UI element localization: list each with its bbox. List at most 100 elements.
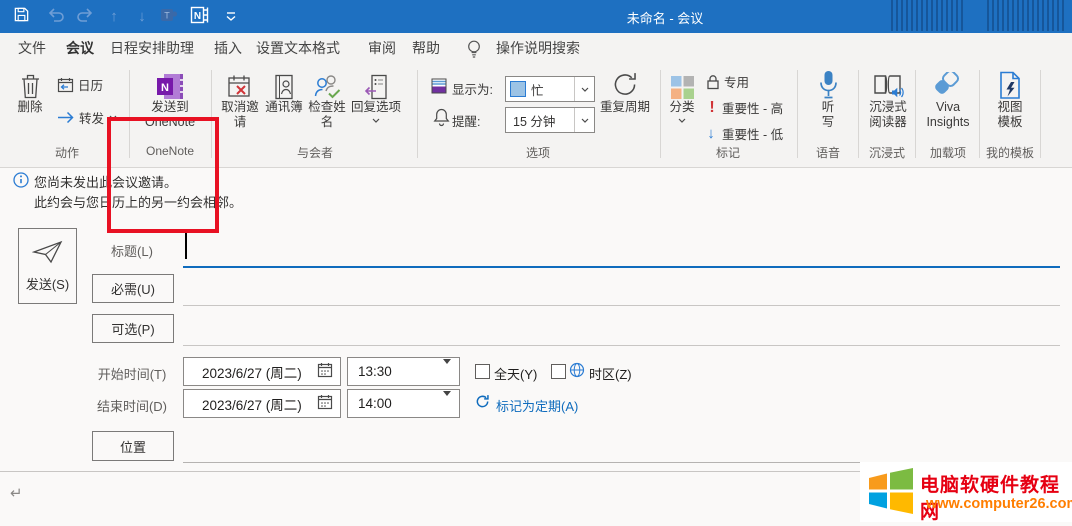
group-label-immersive: 沉浸式	[859, 144, 915, 160]
start-time-label: 开始时间(T)	[92, 364, 172, 383]
dictate-button[interactable]: 听 写	[806, 66, 850, 130]
onenote-qat-button[interactable]: N	[188, 6, 210, 28]
low-importance-button[interactable]: ↓ 重要性 - 低	[704, 124, 783, 143]
group-label-tags: 标记	[661, 144, 795, 160]
undo-icon	[47, 7, 65, 27]
titlebar-artifact	[984, 0, 1064, 31]
make-recurring-link[interactable]: 标记为定期(A)	[496, 396, 578, 415]
redo-icon	[76, 7, 94, 27]
group-label-attendees: 与会者	[217, 144, 413, 160]
chevron-down-icon[interactable]	[574, 108, 594, 132]
microphone-icon	[806, 66, 850, 100]
address-book-button[interactable]: 通讯簿	[264, 66, 304, 115]
title-bar: ↑ ↓ T N 未命名 - 会议	[0, 0, 1072, 33]
high-importance-button[interactable]: ! 重要性 - 高	[706, 98, 783, 117]
show-as-label: 显示为:	[452, 79, 493, 98]
arrow-down-icon: ↓	[138, 6, 146, 28]
reminder-dropdown[interactable]: 15 分钟	[505, 107, 595, 133]
dropdown-arrow-icon[interactable]	[443, 396, 451, 411]
show-as-dropdown[interactable]: 忙	[505, 76, 595, 102]
group-label-voice: 语音	[798, 144, 858, 160]
text-cursor	[185, 233, 187, 259]
viva-insights-icon	[919, 66, 977, 100]
location-input[interactable]	[183, 433, 1060, 463]
people-check-icon	[305, 66, 349, 100]
group-separator	[979, 70, 980, 158]
required-attendees-button[interactable]: 必需(U)	[92, 274, 174, 303]
save-icon	[13, 6, 30, 28]
teams-meeting-button[interactable]: T	[158, 6, 180, 28]
optional-attendees-button[interactable]: 可选(P)	[92, 314, 174, 343]
optional-attendees-input[interactable]	[183, 316, 1060, 346]
viva-insights-button[interactable]: Viva Insights	[919, 66, 977, 130]
response-options-button[interactable]: 回复选项	[350, 66, 402, 123]
return-mark: ↵	[10, 484, 23, 502]
move-up-button[interactable]: ↑	[103, 6, 125, 28]
arrow-up-icon: ↑	[110, 6, 118, 28]
template-document-icon	[985, 66, 1035, 100]
tab-format-text[interactable]: 设置文本格式	[254, 33, 342, 64]
categorize-icon	[662, 66, 702, 100]
tab-scheduling-assistant[interactable]: 日程安排助理	[108, 33, 196, 64]
redo-button[interactable]	[74, 6, 96, 28]
lock-icon	[706, 74, 720, 90]
calendar-button[interactable]: 日历	[57, 75, 103, 94]
busy-status-swatch	[510, 81, 526, 97]
dropdown-arrow-icon[interactable]	[443, 364, 451, 379]
down-arrow-icon: ↓	[704, 125, 718, 142]
end-date-picker[interactable]: 2023/6/27 (周二)	[183, 389, 341, 418]
recurrence-icon	[594, 66, 656, 100]
tab-help[interactable]: 帮助	[404, 33, 448, 64]
address-book-icon	[264, 66, 304, 100]
chevron-down-icon[interactable]	[574, 77, 594, 101]
calendar-cancel-icon	[216, 66, 264, 100]
save-button[interactable]	[10, 6, 32, 28]
recurrence-button[interactable]: 重复周期	[594, 66, 656, 115]
undo-button[interactable]	[45, 6, 67, 28]
group-label-my-templates: 我的模板	[981, 144, 1039, 160]
cancel-invitation-button[interactable]: 取消邀请	[216, 66, 264, 130]
reminder-label: 提醒:	[452, 111, 480, 130]
all-day-checkbox[interactable]	[475, 364, 490, 379]
tab-meeting[interactable]: 会议	[60, 33, 100, 67]
chevron-down-icon	[662, 118, 702, 123]
start-date-picker[interactable]: 2023/6/27 (周二)	[183, 357, 341, 386]
group-separator	[915, 70, 916, 158]
timezone-checkbox[interactable]	[551, 364, 566, 379]
annotation-highlight-box	[107, 117, 219, 233]
exclamation-icon: !	[706, 99, 718, 117]
send-button[interactable]: 发送(S)	[18, 228, 77, 304]
start-time-picker[interactable]: 13:30	[347, 357, 460, 386]
date-picker-icon[interactable]	[317, 362, 333, 381]
tell-me-bulb-icon	[466, 39, 482, 64]
send-plane-icon	[32, 239, 64, 268]
tab-insert[interactable]: 插入	[206, 33, 250, 64]
view-templates-button[interactable]: 视图 模板	[985, 66, 1035, 130]
categorize-button[interactable]: 分类	[662, 66, 702, 123]
ribbon: 删除 日历 转发 动作 N 发送到 OneNote OneNote	[0, 64, 1072, 168]
info-icon	[13, 172, 29, 193]
group-label-options: 选项	[418, 144, 658, 160]
end-time-label: 结束时间(D)	[92, 396, 172, 415]
titlebar-artifact	[888, 0, 966, 31]
move-down-button[interactable]: ↓	[131, 6, 153, 28]
customize-qat-button[interactable]	[220, 6, 242, 28]
delete-button[interactable]: 删除	[6, 66, 54, 115]
private-button[interactable]: 专用	[706, 72, 749, 91]
tab-review[interactable]: 审阅	[360, 33, 404, 64]
required-attendees-input[interactable]	[183, 276, 1060, 306]
tell-me-search[interactable]: 操作说明搜索	[496, 38, 580, 58]
immersive-reader-button[interactable]: 沉浸式 阅读器	[861, 66, 915, 130]
date-picker-icon[interactable]	[317, 394, 333, 413]
end-time-picker[interactable]: 14:00	[347, 389, 460, 418]
meeting-window: ↑ ↓ T N 未命名 - 会议 文件 会议 日程安排助理 插入 设置文本格式 …	[0, 0, 1072, 526]
tab-file[interactable]: 文件	[13, 33, 51, 64]
title-field-label: 标题(L)	[92, 241, 172, 260]
timezone-label[interactable]: 时区(Z)	[589, 364, 632, 383]
windows-logo-icon	[866, 467, 916, 522]
all-day-label[interactable]: 全天(Y)	[494, 364, 537, 383]
forward-arrow-icon	[57, 111, 75, 124]
location-button[interactable]: 位置	[92, 431, 174, 461]
check-names-button[interactable]: 检查姓名	[305, 66, 349, 130]
title-input[interactable]	[183, 230, 1060, 268]
